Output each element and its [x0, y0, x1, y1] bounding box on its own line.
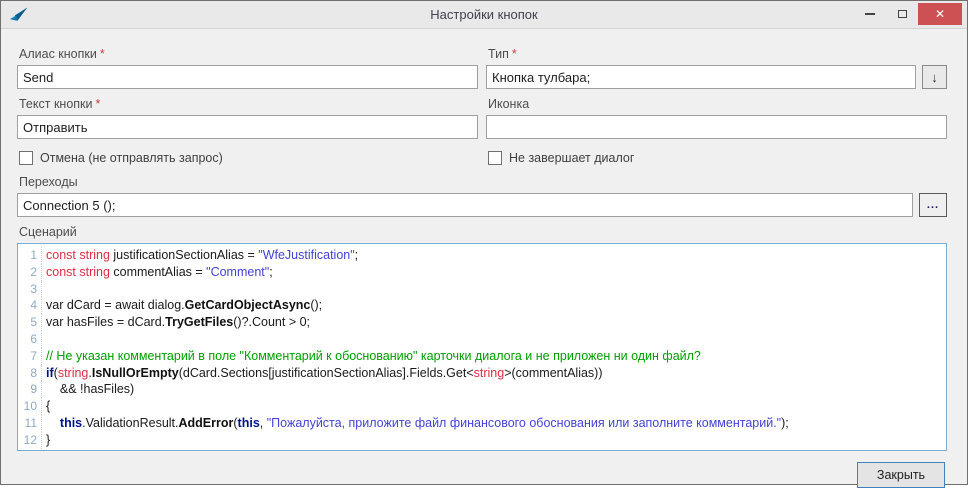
type-input[interactable]	[486, 65, 916, 89]
code-line: 10{	[18, 398, 946, 415]
type-field-group: Тип* ↓	[486, 39, 947, 89]
line-number: 3	[18, 281, 42, 298]
maximize-icon	[898, 10, 907, 18]
transitions-browse-button[interactable]: ...	[919, 193, 947, 217]
close-dialog-button[interactable]: Закрыть	[857, 462, 945, 488]
code-line: 12}	[18, 432, 946, 449]
code-line: 8if(string.IsNullOrEmpty(dCard.Sections[…	[18, 365, 946, 382]
line-number: 7	[18, 348, 42, 365]
no-close-checkbox-row[interactable]: Не завершает диалог	[486, 151, 947, 165]
code-line: 2const string commentAlias = "Comment";	[18, 264, 946, 281]
ellipsis-icon: ...	[927, 199, 939, 211]
code-line: 5var hasFiles = dCard.TryGetFiles()?.Cou…	[18, 314, 946, 331]
app-logo-bird-icon	[9, 6, 29, 24]
required-asterisk: *	[96, 97, 101, 111]
minimize-icon	[865, 13, 875, 15]
alias-input[interactable]	[17, 65, 478, 89]
no-close-checkbox[interactable]	[488, 151, 502, 165]
line-number: 8	[18, 365, 42, 382]
text-field-group: Текст кнопки*	[17, 89, 478, 139]
code-line: 11 this.ValidationResult.AddError(this, …	[18, 415, 946, 432]
script-editor[interactable]: 1const string justificationSectionAlias …	[17, 243, 947, 451]
dialog-footer: Закрыть	[1, 451, 967, 499]
close-window-button[interactable]: ✕	[918, 3, 962, 25]
code-line: 3	[18, 281, 946, 298]
line-number: 4	[18, 297, 42, 314]
cancel-checkbox[interactable]	[19, 151, 33, 165]
code-line: 6	[18, 331, 946, 348]
line-number: 1	[18, 247, 42, 264]
required-asterisk: *	[512, 47, 517, 61]
code-line: 1const string justificationSectionAlias …	[18, 247, 946, 264]
line-number: 11	[18, 415, 42, 432]
dialog-window: Настройки кнопок ✕ Алиас кнопки* Тип* ↓ …	[0, 0, 968, 485]
line-number: 12	[18, 432, 42, 449]
transitions-input[interactable]	[17, 193, 913, 217]
script-field-group: Сценарий 1const string justificationSect…	[17, 225, 947, 451]
button-text-input[interactable]	[17, 115, 478, 139]
type-label: Тип*	[488, 47, 947, 61]
alias-field-group: Алиас кнопки*	[17, 39, 478, 89]
type-expand-button[interactable]: ↓	[922, 65, 947, 89]
code-line: 7// Не указан комментарий в поле "Коммен…	[18, 348, 946, 365]
script-label: Сценарий	[19, 225, 947, 239]
required-asterisk: *	[100, 47, 105, 61]
icon-input[interactable]	[486, 115, 947, 139]
line-number: 9	[18, 381, 42, 398]
line-number: 10	[18, 398, 42, 415]
window-title: Настройки кнопок	[1, 7, 967, 22]
alias-label: Алиас кнопки*	[19, 47, 478, 61]
transitions-label: Переходы	[19, 175, 947, 189]
arrow-down-icon: ↓	[931, 70, 938, 85]
window-controls: ✕	[854, 1, 967, 28]
line-number: 2	[18, 264, 42, 281]
icon-label: Иконка	[488, 97, 947, 111]
transitions-field-group: Переходы ...	[17, 175, 947, 217]
cancel-checkbox-label: Отмена (не отправлять запрос)	[40, 151, 223, 165]
code-line: 4var dCard = await dialog.GetCardObjectA…	[18, 297, 946, 314]
dialog-body: Алиас кнопки* Тип* ↓ Текст кнопки* Иконк…	[1, 29, 967, 451]
code-line: 9 && !hasFiles)	[18, 381, 946, 398]
icon-field-group: Иконка	[486, 89, 947, 139]
maximize-button[interactable]	[886, 3, 918, 25]
line-number: 5	[18, 314, 42, 331]
minimize-button[interactable]	[854, 3, 886, 25]
script-editor-lines: 1const string justificationSectionAlias …	[18, 247, 946, 449]
no-close-checkbox-label: Не завершает диалог	[509, 151, 634, 165]
line-number: 6	[18, 331, 42, 348]
text-label: Текст кнопки*	[19, 97, 478, 111]
titlebar[interactable]: Настройки кнопок ✕	[1, 1, 967, 29]
cancel-checkbox-row[interactable]: Отмена (не отправлять запрос)	[17, 151, 478, 165]
close-icon: ✕	[935, 7, 945, 21]
